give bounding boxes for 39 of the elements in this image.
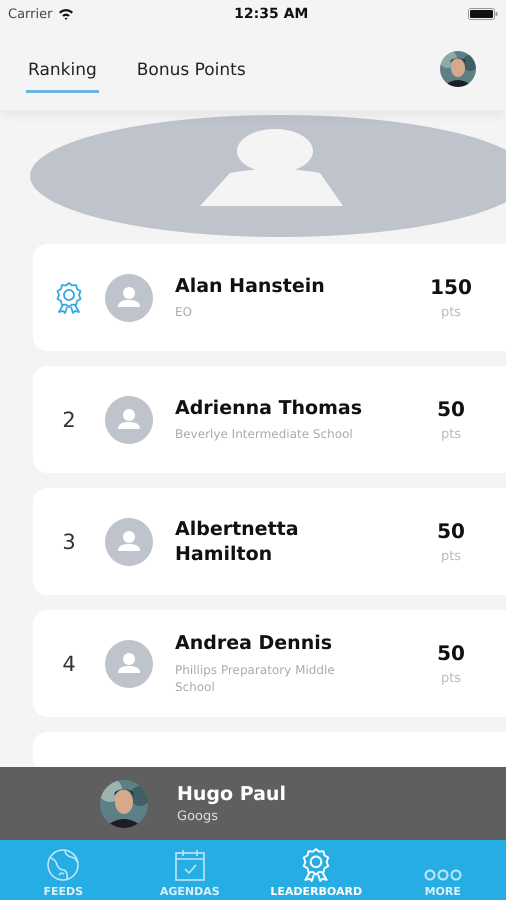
school-name: Phillips Preparatory Middle School xyxy=(175,662,336,696)
rank-number: 3 xyxy=(62,530,76,554)
battery-icon xyxy=(468,8,498,20)
leaderboard-card[interactable]: Alan Hanstein EO 150 pts xyxy=(33,244,506,351)
user-subtitle: Googs xyxy=(177,809,220,824)
leaderboard-card[interactable]: 3 Albertnetta Hamilton 50 pts xyxy=(33,488,506,595)
rank-number: 4 xyxy=(62,652,76,676)
avatar-icon xyxy=(105,274,153,322)
calendar-icon xyxy=(172,848,207,882)
points-unit: pts xyxy=(440,427,462,442)
leaderboard-card[interactable]: 2 Adrienna Thomas Beverlye Intermediate School 50 pts xyxy=(33,366,506,473)
award-icon xyxy=(301,848,332,882)
user-name: Hugo Paul xyxy=(177,783,286,805)
points-value: 50 xyxy=(437,397,465,421)
carrier-label: Carrier xyxy=(8,6,52,22)
points-unit: pts xyxy=(440,305,462,320)
school-name: EO xyxy=(175,304,194,322)
more-icon xyxy=(424,868,462,882)
points-value: 50 xyxy=(437,519,465,543)
person-name: Alan Hanstein xyxy=(175,274,326,298)
points-unit: pts xyxy=(440,549,462,564)
leaderboard-card[interactable]: 4 Andrea Dennis Phillips Preparatory Middle School 50 pts xyxy=(33,610,506,717)
avatar-icon xyxy=(105,396,153,444)
person-name: Andrea Dennis xyxy=(175,631,334,656)
school-name: Beverlye Intermediate School xyxy=(175,426,354,444)
tab[interactable]: Bonus Points xyxy=(134,52,248,92)
person-name: Albertnetta Hamilton xyxy=(175,516,300,566)
points-value: 150 xyxy=(430,275,472,299)
avatar-icon xyxy=(105,518,153,566)
tab[interactable]: Ranking xyxy=(26,52,99,92)
award-icon xyxy=(55,282,83,314)
avatar-icon xyxy=(105,640,153,688)
points-unit: pts xyxy=(440,671,462,686)
points-value: 50 xyxy=(437,641,465,665)
rank-number: 2 xyxy=(62,408,76,432)
wifi-icon xyxy=(58,8,74,20)
person-name: Adrienna Thomas xyxy=(175,396,364,420)
globe-icon xyxy=(46,848,80,882)
status-time: 12:35 AM xyxy=(234,6,308,22)
